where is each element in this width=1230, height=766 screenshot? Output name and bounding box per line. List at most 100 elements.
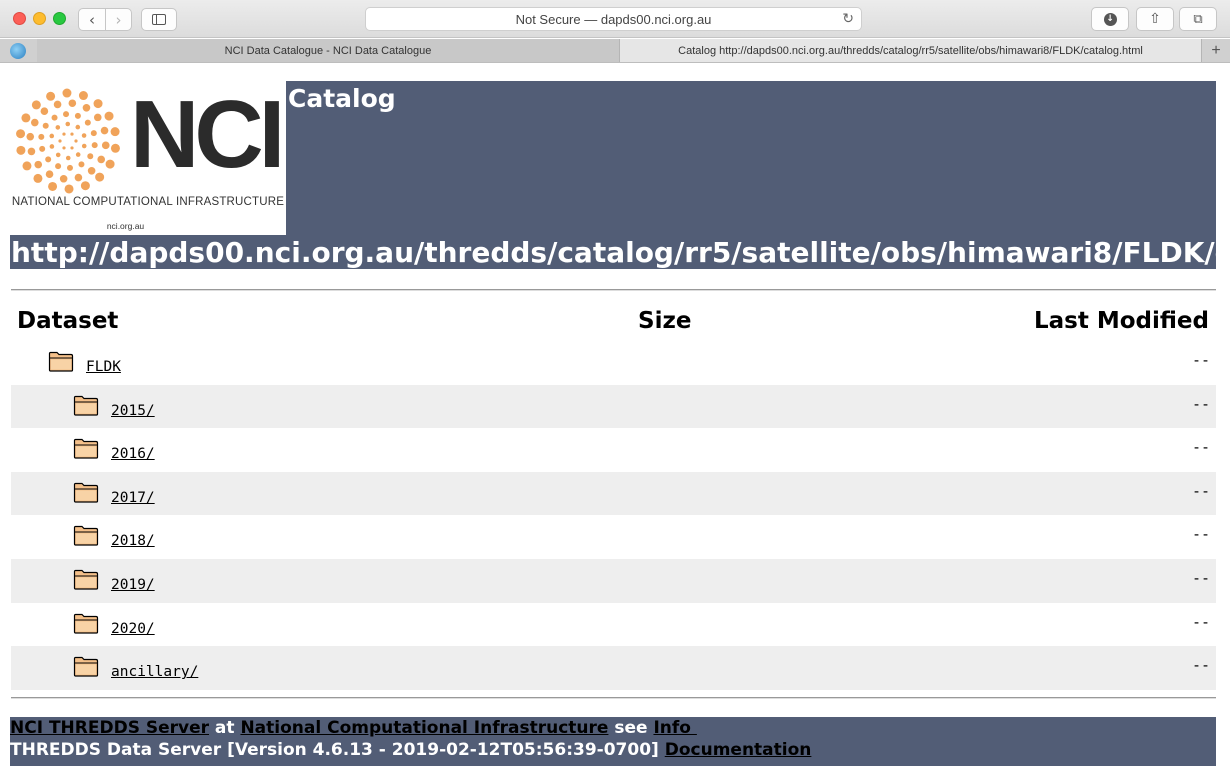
logo-dot — [46, 91, 56, 101]
logo-dot — [104, 111, 114, 121]
page-title: Catalog — [288, 84, 396, 113]
downloads-button[interactable]: ↓ — [1091, 7, 1129, 31]
chevron-right-icon: › — [115, 10, 122, 29]
folder-icon — [73, 657, 99, 677]
table-row: 2018/ -- — [11, 515, 1216, 559]
sidebar-icon — [152, 14, 166, 25]
info-link[interactable]: Info — [653, 718, 696, 738]
browser-toolbar: ‹ › Not Secure — dapds00.nci.org.au ↻ ↓ … — [0, 0, 1230, 38]
show-tabs-button[interactable]: ⧉ — [1179, 7, 1217, 31]
tab-nci-data-catalogue[interactable]: NCI Data Catalogue - NCI Data Catalogue — [37, 39, 620, 62]
table-row: 2017/ -- — [11, 471, 1216, 516]
share-button[interactable]: ⇧ — [1136, 7, 1174, 31]
column-header-size: Size — [638, 308, 692, 334]
nci-org-link[interactable]: National Computational Infrastructure — [240, 718, 608, 738]
logo-dot — [39, 145, 46, 152]
logo-dot — [90, 130, 97, 137]
back-button[interactable]: ‹ — [79, 9, 105, 30]
logo-dot — [51, 114, 58, 121]
table-row: 2015/ -- — [11, 384, 1216, 429]
logo-dot — [48, 181, 58, 191]
logo-tagline: NATIONAL COMPUTATIONAL INFRASTRUCTURE — [11, 196, 285, 208]
address-text: Not Secure — dapds00.nci.org.au — [515, 11, 712, 27]
logo-dot — [68, 99, 77, 108]
logo-dot — [26, 132, 35, 141]
chevron-left-icon: ‹ — [88, 10, 95, 29]
last-modified-value: -- — [1191, 525, 1210, 544]
dataset-link-2018[interactable]: 2018/ — [111, 533, 155, 549]
folder-icon — [73, 482, 99, 503]
logo-dot — [31, 100, 41, 110]
logo-dot — [30, 118, 39, 127]
new-tab-button[interactable]: + — [1201, 39, 1230, 62]
logo-dot — [64, 184, 74, 194]
dataset-link-fldk[interactable]: FLDK — [86, 359, 121, 375]
last-modified-value: -- — [1191, 568, 1210, 587]
dataset-link-2020[interactable]: 2020/ — [111, 621, 155, 637]
logo-dot — [55, 152, 61, 158]
logo-dot — [101, 141, 110, 150]
logo-dot — [62, 88, 72, 98]
logo-dot — [75, 152, 81, 157]
logo-dot — [97, 155, 106, 164]
logo-dot — [84, 119, 91, 126]
folder-icon — [73, 439, 99, 459]
table-row: ancillary/ -- — [11, 646, 1216, 690]
nci-thredds-server-link[interactable]: NCI THREDDS Server — [10, 718, 209, 738]
logo-dot — [40, 107, 49, 116]
folder-icon — [73, 569, 99, 590]
sidebar-toggle-button[interactable] — [141, 8, 177, 31]
logo-dot — [27, 147, 36, 156]
logo-dot — [110, 127, 120, 137]
logo-dot — [81, 143, 87, 149]
column-header-last-modified: Last Modified — [1033, 308, 1209, 334]
dataset-link-2019[interactable]: 2019/ — [111, 577, 155, 593]
logo-dot — [93, 113, 102, 122]
logo-dot — [100, 126, 109, 135]
dataset-link-2016[interactable]: 2016/ — [111, 446, 155, 462]
dataset-link-2017[interactable]: 2017/ — [111, 490, 155, 506]
logo-dot — [87, 166, 96, 175]
address-bar[interactable]: Not Secure — dapds00.nci.org.au ↻ — [365, 7, 862, 31]
navigation-buttons: ‹ › — [78, 8, 132, 31]
reload-icon[interactable]: ↻ — [842, 10, 854, 27]
close-window-button[interactable] — [13, 12, 26, 25]
logo-dot — [16, 129, 26, 139]
tabs-overview-icon: ⧉ — [1193, 11, 1203, 27]
zoom-window-button[interactable] — [53, 12, 66, 25]
forward-button[interactable]: › — [104, 9, 131, 30]
plus-icon: + — [1211, 41, 1221, 59]
logo-dot — [78, 91, 88, 101]
tab-title: NCI Data Catalogue - NCI Data Catalogue — [224, 44, 432, 57]
logo-url: nci.org.au — [106, 221, 145, 231]
logo-dot — [42, 122, 49, 129]
footer-at-text: at — [209, 718, 241, 738]
table-row: 2019/ -- — [11, 558, 1216, 603]
logo-dot — [70, 146, 74, 150]
table-row: 2016/ -- — [11, 428, 1216, 472]
logo-dot — [49, 133, 55, 139]
logo-dot — [63, 111, 70, 118]
logo-dot — [62, 146, 66, 150]
dataset-link-ancillary[interactable]: ancillary/ — [111, 664, 198, 680]
column-header-dataset: Dataset — [17, 308, 119, 334]
logo-dot — [53, 100, 62, 109]
logo-dot — [82, 103, 91, 112]
logo-dot — [45, 170, 54, 179]
catalog-url: http://dapds00.nci.org.au/thredds/catalo… — [11, 236, 1216, 269]
folder-icon — [73, 613, 99, 634]
tab-bar: NCI Data Catalogue - NCI Data Catalogue … — [0, 39, 1230, 63]
dataset-link-2015[interactable]: 2015/ — [111, 403, 155, 419]
logo-dot — [110, 143, 120, 153]
footer-see-text: see — [608, 718, 654, 738]
last-modified-value: -- — [1191, 612, 1210, 631]
footer-version-text: THREDDS Data Server [Version 4.6.13 - 20… — [10, 740, 665, 760]
catalog-url-band: http://dapds00.nci.org.au/thredds/catalo… — [10, 235, 1216, 269]
minimize-window-button[interactable] — [33, 12, 46, 25]
logo-dot — [95, 172, 105, 182]
tab-thredds-catalog[interactable]: Catalog http://dapds00.nci.org.au/thredd… — [620, 39, 1201, 62]
folder-icon — [48, 351, 74, 372]
documentation-link[interactable]: Documentation — [665, 740, 812, 760]
logo-dot — [62, 132, 66, 136]
logo-dot — [21, 113, 31, 123]
